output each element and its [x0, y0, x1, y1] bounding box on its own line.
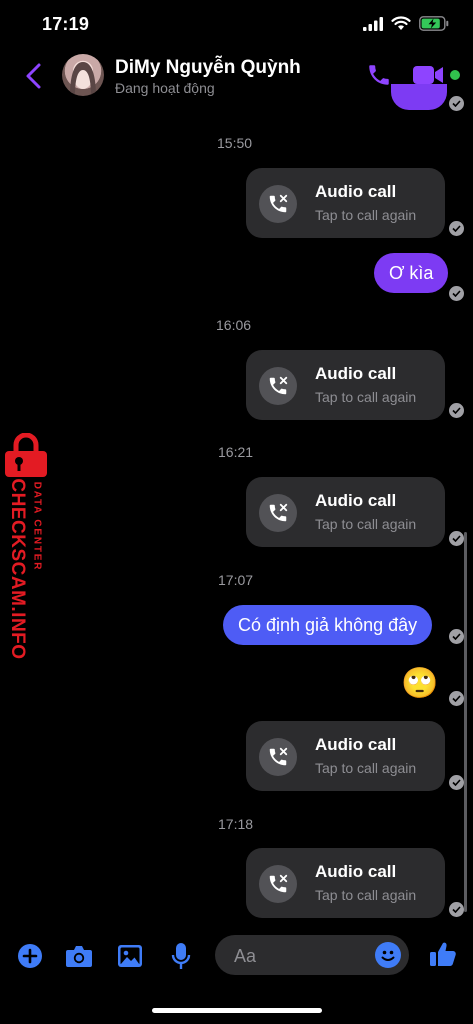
- audio-call-card[interactable]: Audio call Tap to call again: [246, 848, 445, 918]
- timestamp: 15:50: [217, 135, 253, 151]
- emoji-message[interactable]: 🙄: [401, 667, 438, 701]
- contact-status: Đang hoạt động: [115, 80, 215, 96]
- seen-receipt-icon: [449, 691, 464, 706]
- seen-receipt-icon: [449, 629, 464, 644]
- call-subtitle: Tap to call again: [315, 760, 417, 776]
- timestamp: 16:06: [216, 317, 252, 333]
- message-input[interactable]: [232, 935, 376, 977]
- padlock-watermark-icon: [5, 433, 47, 477]
- missed-call-icon: [259, 185, 297, 223]
- signal-icon: [363, 16, 383, 31]
- audio-call-card[interactable]: Audio call Tap to call again: [246, 721, 445, 791]
- phone-icon[interactable]: [366, 62, 392, 88]
- call-subtitle: Tap to call again: [315, 207, 417, 223]
- emoji-icon[interactable]: [375, 942, 401, 968]
- scrollbar[interactable]: [464, 532, 467, 912]
- missed-call-icon: [259, 865, 297, 903]
- avatar[interactable]: [62, 54, 104, 96]
- timestamp: 17:07: [218, 572, 254, 588]
- timestamp: 16:21: [218, 444, 254, 460]
- seen-receipt-icon: [449, 221, 464, 236]
- wifi-icon: [391, 16, 411, 30]
- seen-receipt-icon: [449, 286, 464, 301]
- status-icons: [363, 16, 449, 31]
- seen-receipt-icon: [449, 403, 464, 418]
- like-icon[interactable]: [429, 940, 457, 968]
- call-subtitle: Tap to call again: [315, 389, 417, 405]
- camera-icon[interactable]: [65, 942, 93, 970]
- sent-message-bubble[interactable]: Ơ kìa: [374, 253, 449, 293]
- audio-call-card[interactable]: Audio call Tap to call again: [246, 477, 445, 547]
- online-status-dot: [450, 70, 460, 80]
- back-chevron-icon[interactable]: [22, 62, 46, 90]
- call-title: Audio call: [315, 491, 397, 510]
- sent-message-bubble[interactable]: Có định giả không đây: [223, 605, 433, 645]
- call-title: Audio call: [315, 364, 397, 383]
- seen-receipt-icon: [449, 96, 464, 111]
- missed-call-icon: [259, 494, 297, 532]
- watermark-text: CHECKSCAM.INFO: [7, 478, 28, 660]
- message-composer[interactable]: [215, 935, 409, 977]
- call-title: Audio call: [315, 862, 397, 881]
- missed-call-icon: [259, 738, 297, 776]
- call-title: Audio call: [315, 182, 397, 201]
- timestamp: 17:18: [218, 816, 254, 832]
- status-time: 17:19: [42, 14, 90, 34]
- seen-receipt-icon: [449, 775, 464, 790]
- missed-call-icon: [259, 367, 297, 405]
- microphone-icon[interactable]: [167, 942, 195, 970]
- watermark-subtitle: DATA CENTER: [31, 481, 43, 572]
- seen-receipt-icon: [449, 902, 464, 917]
- call-subtitle: Tap to call again: [315, 887, 417, 903]
- battery-charging-icon: [419, 16, 449, 31]
- plus-icon[interactable]: [16, 942, 44, 970]
- call-subtitle: Tap to call again: [315, 516, 417, 532]
- home-indicator: [152, 1008, 322, 1013]
- image-icon[interactable]: [116, 942, 144, 970]
- contact-name[interactable]: DiMy Nguyễn Quỳnh: [115, 57, 301, 79]
- partial-message-bubble[interactable]: [391, 84, 447, 110]
- audio-call-card[interactable]: Audio call Tap to call again: [246, 168, 445, 238]
- seen-receipt-icon: [449, 531, 464, 546]
- call-title: Audio call: [315, 735, 397, 754]
- audio-call-card[interactable]: Audio call Tap to call again: [246, 350, 445, 420]
